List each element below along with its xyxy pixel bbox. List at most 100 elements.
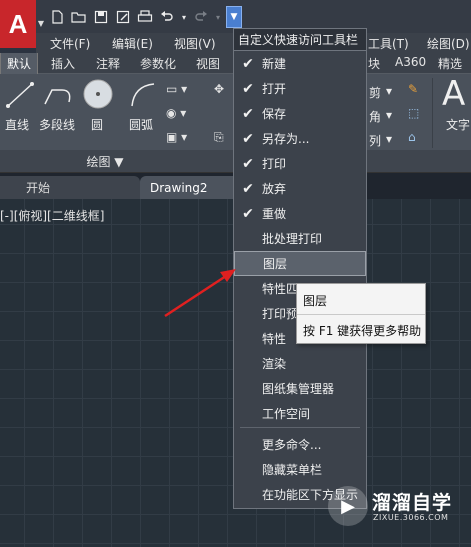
logo-dropdown-icon[interactable]: ▼: [36, 14, 46, 34]
tooltip-help: 按 F1 键获得更多帮助: [303, 324, 422, 338]
menu-header: 自定义快速访问工具栏: [234, 29, 366, 51]
tool-polyline-label[interactable]: 多段线: [39, 116, 75, 133]
draw-panel-title[interactable]: 绘图 ▼: [0, 150, 210, 172]
tab-insert[interactable]: 插入: [51, 55, 75, 72]
line-icon[interactable]: [5, 80, 35, 110]
menu-item-label: 图纸集管理器: [262, 382, 335, 396]
customize-qat-button[interactable]: ▼: [226, 6, 242, 28]
arc-icon[interactable]: [128, 80, 158, 110]
array-label[interactable]: 列: [369, 132, 381, 149]
autocad-window: [-][俯视][二维线框] ▾ ▾ ▼ A ▼ 文件(F) 编辑(E) 视图(V…: [0, 0, 471, 547]
menu-item-label: 保存: [262, 107, 287, 121]
explode-icon[interactable]: ⌂: [408, 130, 416, 144]
menu-item-label: 工作空间: [262, 407, 311, 421]
menu-view[interactable]: 视图(V): [174, 35, 216, 52]
menu-item-label: 隐藏菜单栏: [262, 463, 323, 477]
menu-item[interactable]: ✔ 保存: [234, 101, 366, 126]
tooltip-title: 图层: [303, 294, 328, 308]
trim-label[interactable]: 剪: [369, 84, 381, 101]
file-tab-drawing2[interactable]: Drawing2: [140, 176, 240, 199]
menu-item-label: 打开: [262, 82, 287, 96]
menu-item-label: 图层: [263, 257, 288, 271]
file-tab-drawing2-label: Drawing2: [150, 180, 208, 195]
menu-item[interactable]: ✔ 新建: [234, 51, 366, 76]
menu-item[interactable]: 图层: [234, 251, 366, 276]
customize-qat-menu: 自定义快速访问工具栏 ✔ 新建 ✔ 打开 ✔ 保存 ✔ 另存为... ✔ 打印 ✔ 放弃 ✔ 重做 批处理打…: [233, 28, 367, 509]
redo-dropdown-icon[interactable]: ▾: [212, 6, 224, 28]
menu-item-label: 特性: [262, 332, 287, 346]
menu-item-label: 渲染: [262, 357, 287, 371]
offset-icon[interactable]: ⬚: [408, 106, 419, 120]
chevron-down-icon: ▼: [230, 12, 238, 22]
text-large-icon[interactable]: A: [442, 74, 465, 114]
save-icon[interactable]: [90, 6, 112, 28]
checkmark-icon: ✔: [242, 205, 254, 222]
fillet-dropdown-icon[interactable]: ▾: [386, 108, 392, 122]
menu-item-label: 放弃: [262, 182, 287, 196]
undo-dropdown-icon[interactable]: ▾: [178, 6, 190, 28]
tool-arc-label[interactable]: 圆弧: [129, 116, 153, 133]
menu-item-label: 新建: [262, 57, 287, 71]
tool-text-label[interactable]: 文字: [446, 116, 470, 133]
tab-featured[interactable]: 精选: [438, 55, 462, 72]
hatch-icon[interactable]: ◉ ▾: [166, 106, 186, 120]
tool-circle-label[interactable]: 圆: [91, 116, 103, 133]
rectangle-icon[interactable]: ▭ ▾: [166, 82, 187, 96]
tab-parametric[interactable]: 参数化: [140, 55, 176, 72]
copy-icon[interactable]: ⎘: [214, 130, 224, 145]
region-icon[interactable]: ▣ ▾: [166, 130, 187, 144]
menu-item[interactable]: ✔ 重做: [234, 201, 366, 226]
menu-tools[interactable]: 工具(T): [368, 35, 409, 52]
menu-item[interactable]: ✔ 打开: [234, 76, 366, 101]
ribbon-divider: [432, 78, 433, 148]
file-tab-start[interactable]: 开始: [0, 176, 140, 199]
circle-icon[interactable]: [82, 78, 114, 110]
print-icon[interactable]: [134, 6, 156, 28]
menu-item-label: 批处理打印: [262, 232, 323, 246]
erase-icon[interactable]: ✎: [408, 82, 418, 96]
menu-item[interactable]: 渲染: [234, 351, 366, 376]
tab-default[interactable]: 默认: [0, 53, 39, 74]
tab-view[interactable]: 视图: [196, 55, 220, 72]
array-dropdown-icon[interactable]: ▾: [386, 132, 392, 146]
menu-item[interactable]: ✔ 放弃: [234, 176, 366, 201]
menu-item-label: 重做: [262, 207, 287, 221]
menu-item-label: 另存为...: [262, 132, 310, 146]
tab-a360[interactable]: A360: [395, 55, 426, 69]
undo-icon[interactable]: [156, 6, 178, 28]
application-menu-logo[interactable]: A: [0, 0, 36, 48]
menu-item[interactable]: ✔ 打印: [234, 151, 366, 176]
menu-separator: [240, 427, 360, 428]
menu-item-label: 更多命令...: [262, 438, 322, 452]
menu-draw[interactable]: 绘图(D): [427, 35, 470, 52]
open-icon[interactable]: [68, 6, 90, 28]
menu-item[interactable]: 更多命令...: [234, 432, 366, 457]
file-tab-start-label: 开始: [26, 181, 51, 195]
play-logo-icon: ▶: [328, 486, 368, 526]
fillet-label[interactable]: 角: [369, 108, 381, 125]
checkmark-icon: ✔: [242, 180, 254, 197]
menu-file[interactable]: 文件(F): [50, 35, 90, 52]
menu-item[interactable]: ✔ 另存为...: [234, 126, 366, 151]
menu-item[interactable]: 批处理打印: [234, 226, 366, 251]
polyline-icon[interactable]: [42, 82, 76, 110]
trim-dropdown-icon[interactable]: ▾: [386, 84, 392, 98]
move-icon[interactable]: ✥: [214, 82, 224, 96]
tab-block[interactable]: 块: [368, 55, 380, 72]
redo-icon[interactable]: [190, 6, 212, 28]
draw-panel-title-text: 绘图 ▼: [86, 154, 124, 169]
tool-line-label[interactable]: 直线: [5, 116, 29, 133]
watermark-title: 溜溜自学: [372, 492, 453, 514]
saveas-icon[interactable]: [112, 6, 134, 28]
menu-item[interactable]: 工作空间: [234, 401, 366, 426]
quick-access-buttons: ▾ ▾ ▼: [46, 6, 242, 28]
new-icon[interactable]: [46, 6, 68, 28]
menu-item[interactable]: 隐藏菜单栏: [234, 457, 366, 482]
checkmark-icon: ✔: [242, 155, 254, 172]
tab-annotate[interactable]: 注释: [96, 55, 120, 72]
menu-item[interactable]: 图纸集管理器: [234, 376, 366, 401]
viewport-controls-label[interactable]: [-][俯视][二维线框]: [0, 207, 104, 224]
tooltip: 图层 按 F1 键获得更多帮助: [296, 283, 426, 344]
checkmark-icon: ✔: [242, 130, 254, 147]
menu-edit[interactable]: 编辑(E): [112, 35, 153, 52]
